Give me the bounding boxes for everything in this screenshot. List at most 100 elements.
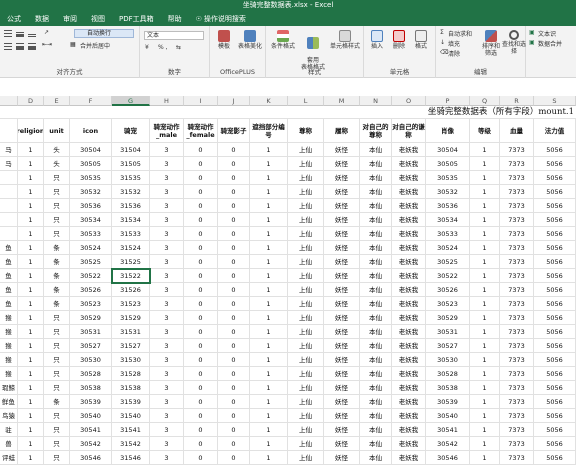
table-cell[interactable] xyxy=(0,171,18,185)
table-cell[interactable]: 鱼 xyxy=(0,269,18,283)
table-cell[interactable]: 1 xyxy=(18,227,44,241)
table-cell[interactable]: 30529 xyxy=(70,311,112,325)
table-cell[interactable]: 本仙 xyxy=(360,241,392,255)
table-cell[interactable]: 7373 xyxy=(500,409,534,423)
orientation-icon[interactable]: ↗ xyxy=(44,29,49,36)
table-cell[interactable]: 只 xyxy=(44,185,70,199)
table-cell[interactable]: 0 xyxy=(218,381,250,395)
table-cell[interactable]: 5056 xyxy=(534,353,576,367)
table-cell[interactable]: 0 xyxy=(218,297,250,311)
indent-icon[interactable]: ⇤⇥ xyxy=(42,41,52,48)
table-cell[interactable]: 妖怪 xyxy=(324,241,360,255)
table-cell[interactable]: 30527 xyxy=(426,339,470,353)
table-cell[interactable]: 30528 xyxy=(426,367,470,381)
table-cell[interactable]: 1 xyxy=(470,353,500,367)
banner-cell[interactable] xyxy=(0,106,18,119)
table-cell[interactable]: 0 xyxy=(184,423,218,437)
table-cell[interactable]: 30542 xyxy=(70,437,112,451)
column-header-e[interactable]: E xyxy=(44,96,70,106)
table-cell[interactable]: 5056 xyxy=(534,269,576,283)
table-cell[interactable]: 7373 xyxy=(500,227,534,241)
table-cell[interactable]: 老妖我 xyxy=(392,185,426,199)
banner-cell[interactable] xyxy=(324,106,360,119)
table-cell[interactable]: 0 xyxy=(218,353,250,367)
table-cell[interactable]: 上仙 xyxy=(288,213,324,227)
table-cell[interactable]: 31546 xyxy=(112,451,150,465)
table-cell[interactable]: 1 xyxy=(250,325,288,339)
table-cell[interactable]: 3 xyxy=(150,213,184,227)
table-cell[interactable]: 30522 xyxy=(70,269,112,283)
table-cell[interactable]: 3 xyxy=(150,227,184,241)
table-cell[interactable]: 老妖我 xyxy=(392,423,426,437)
table-cell[interactable]: 30538 xyxy=(70,381,112,395)
table-cell[interactable]: 5056 xyxy=(534,227,576,241)
table-cell[interactable]: 7373 xyxy=(500,255,534,269)
header-cell[interactable]: unit xyxy=(44,119,70,143)
table-cell[interactable]: 评蛙 xyxy=(0,451,18,465)
table-cell[interactable]: 1 xyxy=(18,255,44,269)
table-cell[interactable]: 鱼 xyxy=(0,297,18,311)
table-cell[interactable]: 1 xyxy=(18,353,44,367)
header-cell[interactable]: 履称 xyxy=(324,119,360,143)
table-cell[interactable]: 鲜鱼 xyxy=(0,395,18,409)
table-cell[interactable]: 0 xyxy=(184,451,218,465)
banner-cell[interactable] xyxy=(288,106,324,119)
table-cell[interactable]: 0 xyxy=(184,325,218,339)
table-cell[interactable]: 30504 xyxy=(70,143,112,157)
align-left-icon[interactable] xyxy=(4,43,12,50)
table-cell[interactable]: 30540 xyxy=(70,409,112,423)
table-cell[interactable]: 上仙 xyxy=(288,395,324,409)
table-cell[interactable]: 0 xyxy=(184,227,218,241)
header-cell[interactable]: 尊称 xyxy=(288,119,324,143)
column-header-q[interactable]: Q xyxy=(470,96,500,106)
table-cell[interactable]: 30539 xyxy=(426,395,470,409)
table-cell[interactable]: 只 xyxy=(44,409,70,423)
header-cell[interactable]: 骑宠 xyxy=(112,119,150,143)
table-cell[interactable]: 1 xyxy=(470,311,500,325)
table-cell[interactable]: 31538 xyxy=(112,381,150,395)
column-header-d[interactable]: D xyxy=(18,96,44,106)
column-header-h[interactable]: H xyxy=(150,96,184,106)
column-header-f[interactable]: F xyxy=(70,96,112,106)
table-cell[interactable]: 1 xyxy=(250,353,288,367)
header-cell[interactable]: 对自己的尊称 xyxy=(360,119,392,143)
table-cell[interactable]: 0 xyxy=(218,325,250,339)
align-right-icon[interactable] xyxy=(28,43,36,50)
table-cell[interactable]: 31541 xyxy=(112,423,150,437)
table-cell[interactable]: 妖怪 xyxy=(324,451,360,465)
table-cell[interactable]: 30530 xyxy=(426,353,470,367)
table-cell[interactable]: 1 xyxy=(250,311,288,325)
table-cell[interactable]: 3 xyxy=(150,269,184,283)
table-cell[interactable]: 条 xyxy=(44,395,70,409)
table-cell[interactable]: 老妖我 xyxy=(392,157,426,171)
table-cell[interactable]: 7373 xyxy=(500,395,534,409)
table-cell[interactable]: 31534 xyxy=(112,213,150,227)
table-cell[interactable]: 老妖我 xyxy=(392,171,426,185)
table-cell[interactable]: 老妖我 xyxy=(392,409,426,423)
table-cell[interactable]: 1 xyxy=(470,409,500,423)
table-cell[interactable]: 0 xyxy=(184,339,218,353)
table-cell[interactable]: 5056 xyxy=(534,213,576,227)
align-center-icon[interactable] xyxy=(16,43,24,50)
table-cell[interactable]: 妖怪 xyxy=(324,213,360,227)
table-cell[interactable]: 1 xyxy=(470,423,500,437)
table-cell[interactable]: 7373 xyxy=(500,297,534,311)
column-header-m[interactable]: M xyxy=(324,96,360,106)
table-cell[interactable]: 本仙 xyxy=(360,451,392,465)
table-cell[interactable]: 上仙 xyxy=(288,409,324,423)
table-cell[interactable]: 0 xyxy=(184,213,218,227)
table-cell[interactable]: 1 xyxy=(250,451,288,465)
table-cell[interactable]: 5056 xyxy=(534,325,576,339)
table-cell[interactable]: 头 xyxy=(44,143,70,157)
table-cell[interactable]: 0 xyxy=(218,157,250,171)
table-cell[interactable]: 老妖我 xyxy=(392,339,426,353)
table-cell[interactable]: 老妖我 xyxy=(392,353,426,367)
table-cell[interactable]: 30533 xyxy=(70,227,112,241)
table-cell[interactable]: 妖怪 xyxy=(324,199,360,213)
table-cell[interactable]: 本仙 xyxy=(360,297,392,311)
format-button[interactable]: 格式 xyxy=(410,30,432,50)
table-cell[interactable]: 0 xyxy=(218,395,250,409)
table-cell[interactable]: 1 xyxy=(18,339,44,353)
column-header-l[interactable]: L xyxy=(288,96,324,106)
table-cell[interactable]: 30524 xyxy=(426,241,470,255)
